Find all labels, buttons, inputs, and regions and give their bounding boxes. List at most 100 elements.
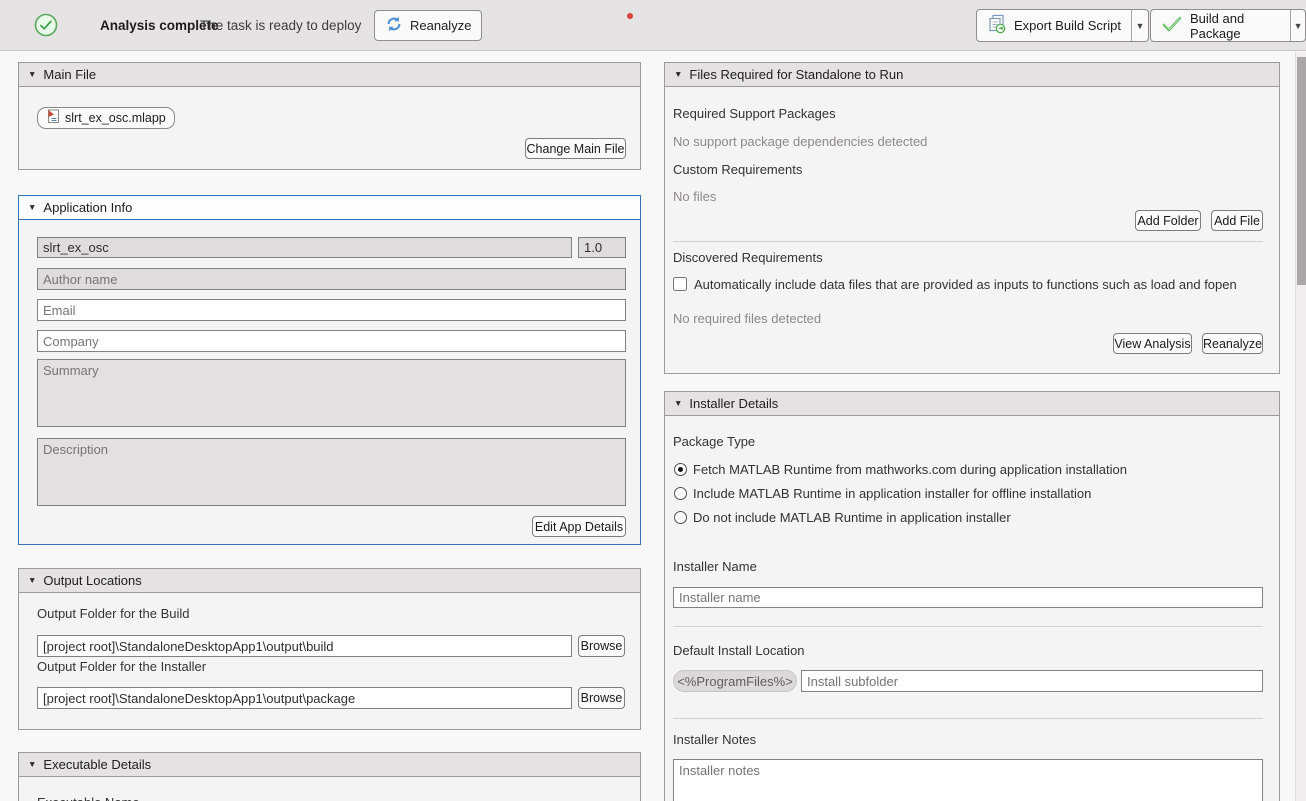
installer-details-panel-header[interactable]: ▼ Installer Details — [665, 392, 1279, 416]
reanalyze-button[interactable]: Reanalyze — [374, 10, 482, 41]
export-build-script-split-button: Export Build Script ▼ — [976, 9, 1149, 42]
installer-folder-field[interactable] — [37, 687, 572, 709]
executable-name-label: Executable Name — [37, 795, 140, 801]
scrollbar-thumb[interactable] — [1297, 57, 1306, 285]
install-location-label: Default Install Location — [673, 643, 805, 658]
installer-details-panel-title: Installer Details — [689, 396, 778, 411]
application-info-panel-title: Application Info — [43, 200, 132, 215]
collapse-arrow-icon: ▼ — [674, 399, 682, 408]
application-info-panel-header[interactable]: ▼ Application Info — [19, 196, 640, 220]
support-packages-status: No support package dependencies detected — [673, 134, 927, 149]
executable-details-panel: ▼ Executable Details Executable Name — [18, 752, 641, 801]
section-divider — [673, 626, 1263, 627]
chevron-down-icon: ▼ — [1294, 21, 1303, 31]
installer-notes-label: Installer Notes — [673, 732, 756, 747]
mlapp-file-icon — [46, 109, 60, 127]
package-type-label: Package Type — [673, 434, 755, 449]
support-packages-label: Required Support Packages — [673, 106, 836, 121]
vertical-scrollbar[interactable] — [1295, 52, 1306, 801]
output-locations-panel: ▼ Output Locations Output Folder for the… — [18, 568, 641, 730]
reanalyze-panel-button[interactable]: Reanalyze — [1202, 333, 1263, 354]
program-files-pill: <%ProgramFiles%> — [673, 670, 797, 692]
build-and-package-split-button: Build and Package ▼ — [1150, 9, 1306, 42]
view-analysis-button[interactable]: View Analysis — [1113, 333, 1192, 354]
browse-build-label: Browse — [581, 639, 623, 653]
installer-details-panel: ▼ Installer Details Package Type Fetch M… — [664, 391, 1280, 801]
installer-name-field[interactable] — [673, 587, 1263, 608]
radio-include-runtime-label: Include MATLAB Runtime in application in… — [693, 486, 1091, 501]
custom-requirements-status: No files — [673, 189, 716, 204]
add-file-button[interactable]: Add File — [1211, 210, 1263, 231]
build-and-package-button[interactable]: Build and Package — [1151, 10, 1290, 41]
radio-include-runtime[interactable] — [674, 487, 687, 500]
browse-installer-label: Browse — [581, 691, 623, 705]
author-name-field[interactable] — [37, 268, 626, 290]
description-field[interactable] — [37, 438, 626, 506]
main-file-panel: ▼ Main File slrt_ex_osc.mlapp Change Mai… — [18, 62, 641, 170]
discovered-status: No required files detected — [673, 311, 821, 326]
export-build-script-button[interactable]: Export Build Script — [977, 10, 1131, 41]
section-divider — [673, 241, 1263, 242]
change-main-file-button[interactable]: Change Main File — [525, 138, 626, 159]
build-check-icon — [1161, 15, 1183, 36]
main-file-chip[interactable]: slrt_ex_osc.mlapp — [37, 107, 175, 129]
application-info-panel: ▼ Application Info Edit App Details — [18, 195, 641, 545]
reanalyze-icon — [385, 15, 403, 36]
output-locations-panel-title: Output Locations — [43, 573, 141, 588]
summary-field[interactable] — [37, 359, 626, 427]
reanalyze-button-label: Reanalyze — [410, 18, 471, 33]
app-name-field[interactable] — [37, 237, 572, 258]
main-file-panel-header[interactable]: ▼ Main File — [19, 63, 640, 87]
discovered-requirements-label: Discovered Requirements — [673, 250, 823, 265]
app-version-field[interactable] — [578, 237, 626, 258]
output-locations-panel-header[interactable]: ▼ Output Locations — [19, 569, 640, 593]
toolbar: Analysis complete The task is ready to d… — [0, 0, 1306, 51]
build-folder-label: Output Folder for the Build — [37, 606, 189, 621]
build-and-package-label: Build and Package — [1190, 11, 1280, 41]
installer-notes-field[interactable] — [673, 759, 1263, 801]
browse-installer-button[interactable]: Browse — [578, 687, 625, 709]
browse-build-button[interactable]: Browse — [578, 635, 625, 657]
radio-fetch-runtime-label: Fetch MATLAB Runtime from mathworks.com … — [693, 462, 1127, 477]
reanalyze-panel-label: Reanalyze — [1203, 337, 1262, 351]
edit-app-details-button[interactable]: Edit App Details — [532, 516, 626, 537]
install-subfolder-field[interactable] — [801, 670, 1263, 692]
chevron-down-icon: ▼ — [1135, 21, 1144, 31]
status-message: The task is ready to deploy — [200, 18, 361, 33]
change-main-file-label: Change Main File — [527, 142, 625, 156]
collapse-arrow-icon: ▼ — [674, 70, 682, 79]
main-file-chip-label: slrt_ex_osc.mlapp — [65, 111, 166, 125]
add-folder-button[interactable]: Add Folder — [1135, 210, 1201, 231]
view-analysis-label: View Analysis — [1114, 337, 1190, 351]
add-folder-label: Add Folder — [1137, 214, 1198, 228]
files-required-panel: ▼ Files Required for Standalone to Run R… — [664, 62, 1280, 374]
build-folder-field[interactable] — [37, 635, 572, 657]
add-file-label: Add File — [1214, 214, 1260, 228]
executable-details-panel-title: Executable Details — [43, 757, 151, 772]
executable-details-panel-header[interactable]: ▼ Executable Details — [19, 753, 640, 777]
email-field[interactable] — [37, 299, 626, 321]
auto-include-label: Automatically include data files that ar… — [694, 277, 1237, 292]
collapse-arrow-icon: ▼ — [28, 203, 36, 212]
files-required-panel-title: Files Required for Standalone to Run — [689, 67, 903, 82]
build-and-package-dropdown[interactable]: ▼ — [1290, 10, 1305, 41]
files-required-panel-header[interactable]: ▼ Files Required for Standalone to Run — [665, 63, 1279, 87]
section-divider — [673, 718, 1263, 719]
custom-requirements-label: Custom Requirements — [673, 162, 802, 177]
installer-folder-label: Output Folder for the Installer — [37, 659, 206, 674]
radio-fetch-runtime[interactable] — [674, 463, 687, 476]
app-compiler-window: Analysis complete The task is ready to d… — [0, 0, 1306, 801]
analysis-complete-check-icon — [34, 13, 58, 37]
recording-dot — [627, 13, 633, 19]
company-field[interactable] — [37, 330, 626, 352]
export-build-script-icon — [987, 14, 1007, 37]
export-build-script-label: Export Build Script — [1014, 18, 1121, 33]
auto-include-checkbox[interactable] — [673, 277, 687, 291]
radio-no-runtime[interactable] — [674, 511, 687, 524]
collapse-arrow-icon: ▼ — [28, 760, 36, 769]
main-file-panel-title: Main File — [43, 67, 96, 82]
export-build-script-dropdown[interactable]: ▼ — [1131, 10, 1148, 41]
radio-no-runtime-label: Do not include MATLAB Runtime in applica… — [693, 510, 1011, 525]
installer-name-label: Installer Name — [673, 559, 757, 574]
collapse-arrow-icon: ▼ — [28, 576, 36, 585]
